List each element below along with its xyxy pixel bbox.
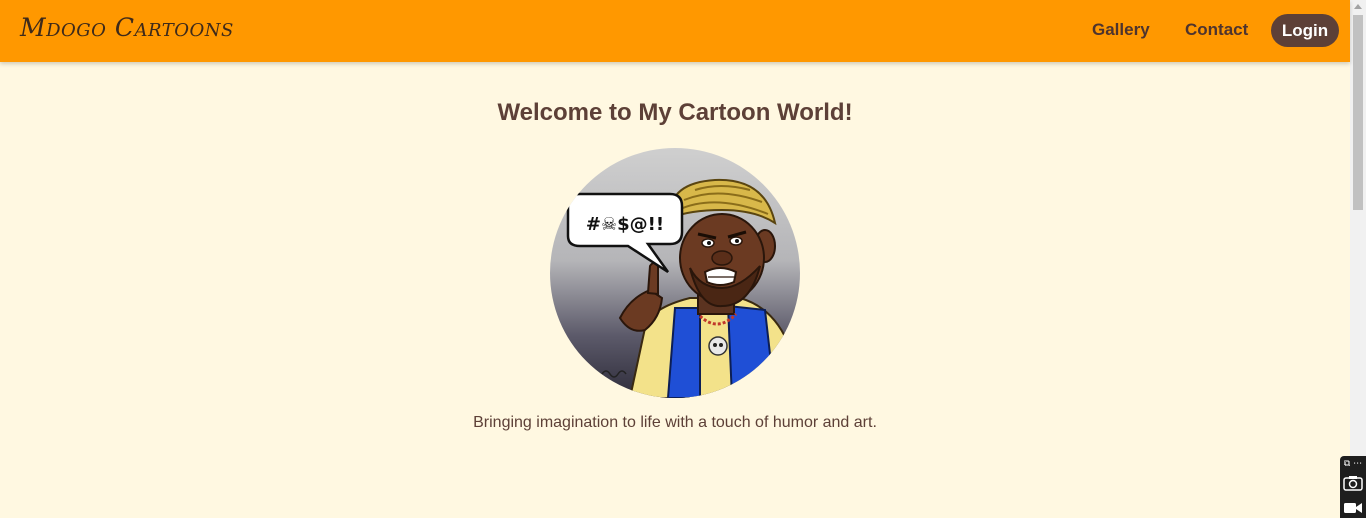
brand-logo[interactable]: Mdogo Cartoons	[20, 13, 234, 42]
cartoon-avatar-image: #☠$@!!	[550, 148, 800, 398]
cartoon-illustration: #☠$@!!	[550, 148, 800, 398]
speech-bubble-text: #☠$@!!	[586, 214, 664, 235]
nav-link-gallery[interactable]: Gallery	[1092, 20, 1150, 40]
page-title: Welcome to My Cartoon World!	[497, 99, 853, 126]
video-icon[interactable]	[1343, 501, 1363, 515]
camera-icon[interactable]	[1343, 475, 1363, 491]
scrollbar-thumb[interactable]	[1353, 15, 1363, 210]
tagline: Bringing imagination to life with a touc…	[473, 414, 877, 431]
navbar: Mdogo Cartoons Gallery Contact Login	[0, 0, 1350, 62]
scroll-up-arrow-icon[interactable]	[1354, 4, 1362, 9]
capture-menu-icon[interactable]: ⧉ ⋯	[1342, 458, 1364, 470]
login-button[interactable]: Login	[1271, 14, 1339, 47]
capture-widget: ⧉ ⋯	[1340, 456, 1366, 518]
nav-link-contact[interactable]: Contact	[1185, 20, 1248, 40]
vertical-scrollbar[interactable]	[1350, 0, 1366, 518]
